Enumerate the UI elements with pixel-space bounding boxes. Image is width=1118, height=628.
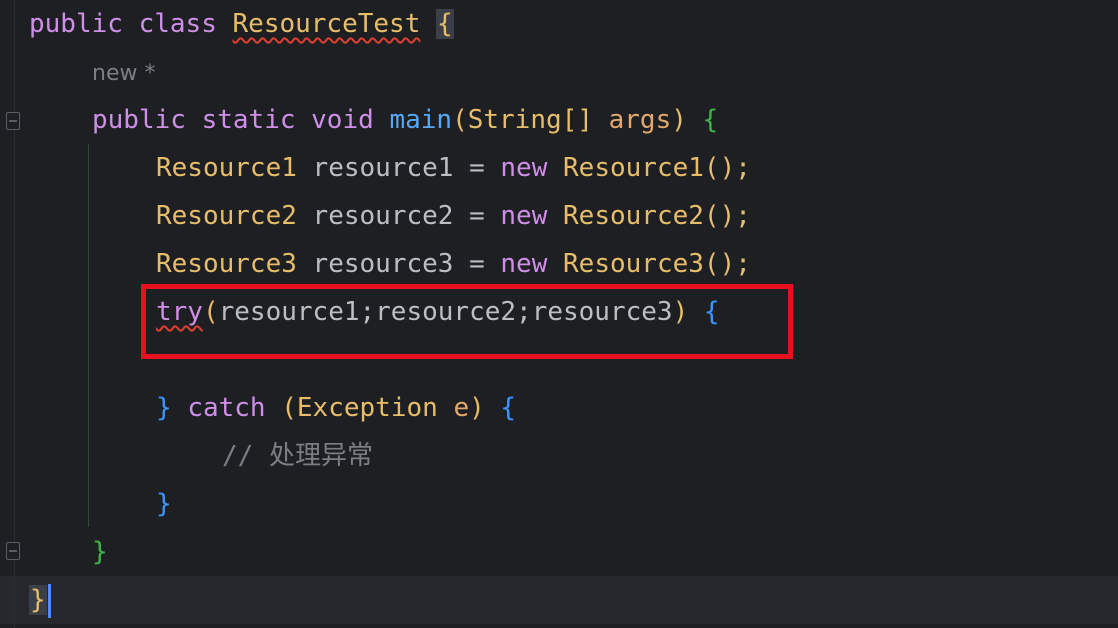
- keyword-new: new: [500, 153, 548, 183]
- keyword-public: public: [92, 105, 186, 135]
- catch-close-brace: }: [156, 489, 172, 519]
- code-line-class-declaration[interactable]: public class ResourceTest {: [29, 0, 454, 48]
- paren-close: ): [671, 105, 687, 135]
- variable-name: resource3: [312, 249, 454, 279]
- type-name: Resource3: [156, 249, 297, 279]
- code-line-usage-hint: new *: [92, 48, 155, 96]
- code-editor[interactable]: public class ResourceTest { new * public…: [0, 0, 1118, 628]
- constructor-name: Resource3: [563, 249, 704, 279]
- constructor-name: Resource1: [563, 153, 704, 183]
- keyword-class: class: [138, 9, 217, 39]
- text-caret: [47, 583, 51, 618]
- exception-type: Exception: [296, 393, 438, 423]
- keyword-public: public: [29, 9, 123, 39]
- code-line-catch[interactable]: } catch (Exception e) {: [156, 384, 516, 432]
- constructor-name: Resource2: [563, 201, 704, 231]
- paren-open: (: [452, 105, 468, 135]
- class-close-brace: }: [29, 585, 47, 615]
- method-open-brace: {: [702, 105, 719, 135]
- type-name: Resource1: [156, 153, 297, 183]
- code-line-catch-close[interactable]: }: [156, 480, 172, 528]
- keyword-void: void: [311, 105, 374, 135]
- current-line-highlight: [0, 576, 1118, 624]
- assign-operator: =: [469, 153, 485, 183]
- class-name: ResourceTest: [232, 9, 421, 39]
- param-type: String[]: [467, 105, 593, 135]
- catch-open-brace: {: [500, 393, 517, 423]
- variable-name: resource2: [312, 201, 454, 231]
- gutter-divider: [14, 0, 15, 628]
- indent-guide: [88, 144, 89, 527]
- code-line-resource2[interactable]: Resource2 resource2 = new Resource2();: [156, 192, 751, 240]
- assign-operator: =: [469, 249, 485, 279]
- code-line-method-close[interactable]: }: [92, 528, 108, 576]
- code-line-main-method[interactable]: public static void main(String[] args) {: [92, 96, 718, 144]
- comment: // 处理异常: [222, 441, 373, 471]
- call-tail: ();: [703, 153, 751, 183]
- usage-hint[interactable]: new *: [92, 61, 155, 86]
- call-tail: ();: [703, 249, 751, 279]
- variable-name: resource1: [312, 153, 454, 183]
- annotation-highlight-box: [141, 284, 793, 359]
- paren-close: ): [469, 393, 485, 423]
- param-name: args: [608, 105, 672, 135]
- keyword-catch: catch: [187, 393, 266, 423]
- method-close-brace: }: [92, 537, 108, 567]
- code-line-comment[interactable]: // 处理异常: [222, 432, 373, 480]
- exception-param: e: [453, 393, 470, 423]
- call-tail: ();: [703, 201, 751, 231]
- keyword-static: static: [201, 105, 296, 135]
- fold-collapse-icon[interactable]: [6, 112, 20, 130]
- assign-operator: =: [469, 201, 485, 231]
- type-name: Resource2: [156, 201, 297, 231]
- keyword-new: new: [500, 201, 548, 231]
- try-close-brace: }: [156, 393, 172, 423]
- method-name: main: [389, 105, 453, 135]
- code-line-resource3[interactable]: Resource3 resource3 = new Resource3();: [156, 240, 751, 288]
- code-line-class-close[interactable]: }: [29, 576, 51, 624]
- keyword-new: new: [500, 249, 548, 279]
- paren-open: (: [281, 393, 297, 423]
- class-open-brace: {: [436, 9, 454, 39]
- code-line-resource1[interactable]: Resource1 resource1 = new Resource1();: [156, 144, 751, 192]
- fold-collapse-icon[interactable]: [6, 542, 20, 560]
